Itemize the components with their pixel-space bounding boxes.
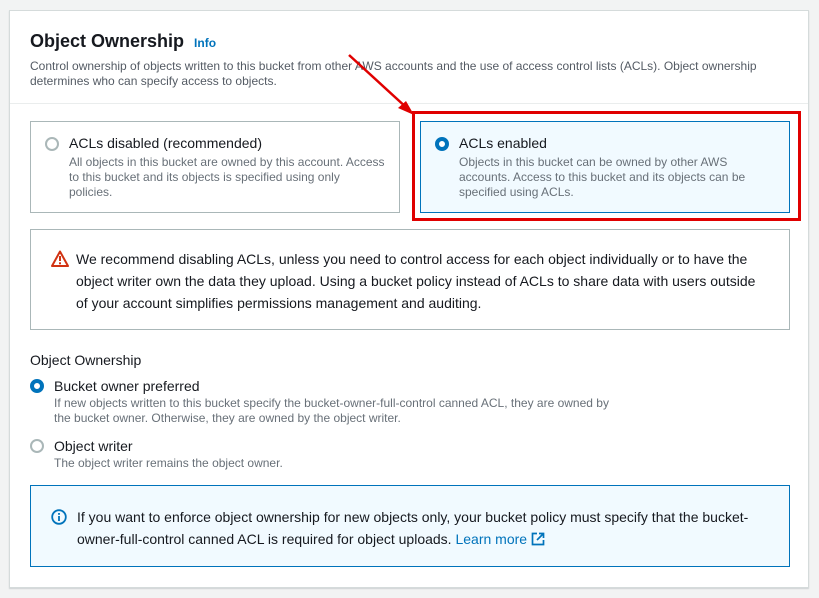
object-writer-radio[interactable] (30, 439, 44, 453)
tile-description: Objects in this bucket can be owned by o… (459, 155, 746, 199)
learn-more-link[interactable]: Learn more (455, 531, 545, 547)
warning-triangle-icon (51, 250, 69, 267)
warning-text: We recommend disabling ACLs, unless you … (76, 251, 756, 311)
option-description: If new objects written to this bucket sp… (54, 396, 609, 425)
info-link[interactable]: Info (194, 36, 216, 50)
acls-enabled-tile[interactable]: ACLs enabled Objects in this bucket can … (420, 121, 790, 213)
option-label: Object writer (54, 438, 133, 454)
external-link-icon (531, 532, 545, 546)
option-label: Bucket owner preferred (54, 378, 200, 394)
object-ownership-panel: Object Ownership Info Control ownership … (9, 10, 809, 588)
tile-label: ACLs enabled (459, 135, 547, 151)
title-row: Object Ownership Info (30, 31, 788, 52)
tile-description: All objects in this bucket are owned by … (69, 155, 385, 199)
tile-text: ACLs enabled Objects in this bucket can … (459, 134, 775, 212)
option-text: Object writer The object writer remains … (54, 437, 283, 471)
enforce-ownership-info-alert: If you want to enforce object ownership … (30, 485, 790, 567)
panel-description: Control ownership of objects written to … (30, 59, 757, 88)
bucket-owner-preferred-option[interactable]: Bucket owner preferred If new objects wr… (30, 377, 614, 426)
ownership-section-label: Object Ownership (30, 352, 142, 368)
object-writer-option[interactable]: Object writer The object writer remains … (30, 437, 283, 471)
info-text: If you want to enforce object ownership … (77, 509, 749, 547)
tile-label: ACLs disabled (recommended) (69, 135, 262, 151)
info-circle-icon (51, 509, 67, 525)
acls-enabled-radio[interactable] (435, 137, 449, 151)
panel-header: Object Ownership Info Control ownership … (10, 11, 808, 104)
option-text: Bucket owner preferred If new objects wr… (54, 377, 614, 426)
tile-text: ACLs disabled (recommended) All objects … (69, 134, 385, 212)
info-text-block: If you want to enforce object ownership … (77, 506, 769, 566)
acls-disabled-tile[interactable]: ACLs disabled (recommended) All objects … (30, 121, 400, 213)
acl-warning-alert: We recommend disabling ACLs, unless you … (30, 229, 790, 330)
learn-more-label: Learn more (455, 531, 528, 547)
option-description: The object writer remains the object own… (54, 456, 283, 470)
bucket-owner-preferred-radio[interactable] (30, 379, 44, 393)
page-title: Object Ownership (30, 31, 185, 51)
acls-disabled-radio[interactable] (45, 137, 59, 151)
